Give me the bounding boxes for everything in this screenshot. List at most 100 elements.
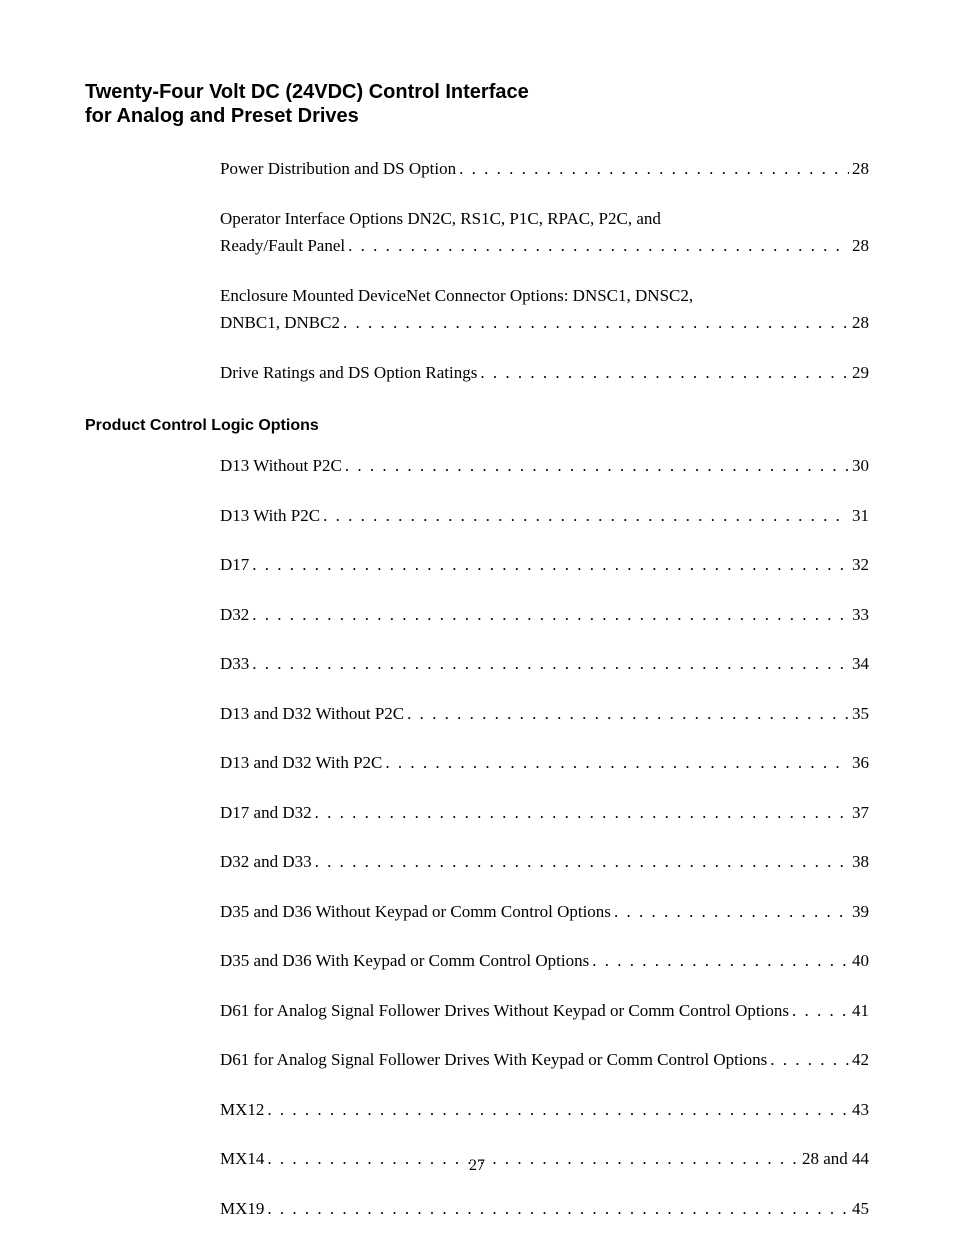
toc-entry[interactable]: D13 Without P2C 30: [220, 453, 869, 479]
toc-entry[interactable]: D33 34: [220, 651, 869, 677]
toc-entry-prefix: Operator Interface Options DN2C, RS1C, P…: [220, 206, 869, 232]
toc-leader-dots: [323, 503, 849, 529]
toc-leader-dots: [348, 233, 849, 259]
toc-entry-label: D32 and D33: [220, 849, 312, 875]
section-heading: Product Control Logic Options: [85, 417, 869, 435]
toc-entry[interactable]: D61 for Analog Signal Follower Drives Wi…: [220, 1047, 869, 1073]
toc-entry-label: MX12: [220, 1097, 264, 1123]
toc-entry-page: 29: [852, 360, 869, 386]
toc-entry-label: MX19: [220, 1196, 264, 1222]
page-title: Twenty-Four Volt DC (24VDC) Control Inte…: [85, 80, 869, 128]
toc-entry-label: D33: [220, 651, 249, 677]
toc-entry-page: 37: [852, 800, 869, 826]
toc-entry-page: 36: [852, 750, 869, 776]
toc-leader-dots: [614, 899, 849, 925]
toc-entry[interactable]: D13 and D32 Without P2C 35: [220, 701, 869, 727]
toc-entry-label: D13 and D32 With P2C: [220, 750, 382, 776]
toc-entry-label: D13 With P2C: [220, 503, 320, 529]
toc-leader-dots: [345, 453, 849, 479]
toc-entry-label: D32: [220, 602, 249, 628]
toc-entry[interactable]: D35 and D36 Without Keypad or Comm Contr…: [220, 899, 869, 925]
toc-entry-label: D17 and D32: [220, 800, 312, 826]
toc-entry[interactable]: Power Distribution and DS Option 28: [220, 156, 869, 182]
toc-leader-dots: [480, 360, 849, 386]
toc-entry-page: 28: [852, 310, 869, 336]
toc-entry[interactable]: D17 and D32 37: [220, 800, 869, 826]
toc-entry[interactable]: MX12 43: [220, 1097, 869, 1123]
toc-entry-line: Ready/Fault Panel 28: [220, 233, 869, 259]
toc-entry-page: 35: [852, 701, 869, 727]
toc-entry-page: 45: [852, 1196, 869, 1222]
toc-leader-dots: [592, 948, 849, 974]
toc-leader-dots: [267, 1196, 849, 1222]
toc-leader-dots: [315, 800, 849, 826]
toc-entry-label: Ready/Fault Panel: [220, 233, 345, 259]
toc-entry-page: 32: [852, 552, 869, 578]
toc-leader-dots: [252, 651, 849, 677]
toc-leader-dots: [792, 998, 849, 1024]
toc-entry-line: Drive Ratings and DS Option Ratings 29: [220, 360, 869, 386]
toc-entry-label: D13 Without P2C: [220, 453, 342, 479]
toc-entry[interactable]: D61 for Analog Signal Follower Drives Wi…: [220, 998, 869, 1024]
toc-entry-line: MX19 45: [220, 1196, 869, 1222]
toc-entry-label: D17: [220, 552, 249, 578]
toc-entry[interactable]: D35 and D36 With Keypad or Comm Control …: [220, 948, 869, 974]
toc-entry[interactable]: D32 and D33 38: [220, 849, 869, 875]
toc-entry-line: D13 and D32 Without P2C 35: [220, 701, 869, 727]
toc-entry-line: D61 for Analog Signal Follower Drives Wi…: [220, 998, 869, 1024]
toc-entry-line: D32 33: [220, 602, 869, 628]
toc-leader-dots: [267, 1097, 849, 1123]
toc-entry-label: Power Distribution and DS Option: [220, 156, 456, 182]
toc-entry-line: D32 and D33 38: [220, 849, 869, 875]
toc-entry-page: 34: [852, 651, 869, 677]
toc-entry-line: D61 for Analog Signal Follower Drives Wi…: [220, 1047, 869, 1073]
toc-entry-page: 28: [852, 156, 869, 182]
toc-entry-page: 40: [852, 948, 869, 974]
toc-leader-dots: [252, 552, 849, 578]
toc-entry-label: D61 for Analog Signal Follower Drives Wi…: [220, 1047, 767, 1073]
toc-entry-label: D35 and D36 With Keypad or Comm Control …: [220, 948, 589, 974]
toc-entry-page: 28: [852, 233, 869, 259]
toc-entry[interactable]: D17 32: [220, 552, 869, 578]
toc-entry-page: 39: [852, 899, 869, 925]
toc-entry-line: MX12 43: [220, 1097, 869, 1123]
document-page: Twenty-Four Volt DC (24VDC) Control Inte…: [0, 0, 954, 1235]
toc-entry-prefix: Enclosure Mounted DeviceNet Connector Op…: [220, 283, 869, 309]
toc-leader-dots: [343, 310, 849, 336]
toc-group-2: D13 Without P2C 30D13 With P2C 31D17 32D…: [220, 453, 869, 1221]
toc-entry-page: 33: [852, 602, 869, 628]
toc-entry-label: DNBC1, DNBC2: [220, 310, 340, 336]
toc-entry-line: D17 32: [220, 552, 869, 578]
toc-leader-dots: [385, 750, 849, 776]
toc-entry-page: 38: [852, 849, 869, 875]
toc-entry-page: 31: [852, 503, 869, 529]
title-line-2: for Analog and Preset Drives: [85, 105, 359, 127]
toc-entry-page: 43: [852, 1097, 869, 1123]
toc-entry[interactable]: D13 and D32 With P2C 36: [220, 750, 869, 776]
toc-leader-dots: [459, 156, 849, 182]
toc-entry-label: D35 and D36 Without Keypad or Comm Contr…: [220, 899, 611, 925]
toc-entry-line: D13 Without P2C 30: [220, 453, 869, 479]
toc-entry-line: DNBC1, DNBC2 28: [220, 310, 869, 336]
toc-entry-page: 42: [852, 1047, 869, 1073]
toc-entry-line: D13 and D32 With P2C 36: [220, 750, 869, 776]
toc-entry-page: 30: [852, 453, 869, 479]
toc-entry-line: D13 With P2C 31: [220, 503, 869, 529]
toc-entry[interactable]: D13 With P2C 31: [220, 503, 869, 529]
toc-entry-label: D61 for Analog Signal Follower Drives Wi…: [220, 998, 789, 1024]
toc-leader-dots: [315, 849, 849, 875]
toc-entry-label: D13 and D32 Without P2C: [220, 701, 404, 727]
toc-entry-line: D35 and D36 With Keypad or Comm Control …: [220, 948, 869, 974]
toc-entry[interactable]: MX19 45: [220, 1196, 869, 1222]
toc-leader-dots: [407, 701, 849, 727]
toc-entry-line: D35 and D36 Without Keypad or Comm Contr…: [220, 899, 869, 925]
toc-entry-line: D33 34: [220, 651, 869, 677]
toc-entry-line: Power Distribution and DS Option 28: [220, 156, 869, 182]
page-number: 27: [0, 1157, 954, 1175]
toc-entry[interactable]: D32 33: [220, 602, 869, 628]
toc-entry[interactable]: Drive Ratings and DS Option Ratings 29: [220, 360, 869, 386]
toc-entry-page: 41: [852, 998, 869, 1024]
toc-entry[interactable]: Operator Interface Options DN2C, RS1C, P…: [220, 206, 869, 259]
toc-entry[interactable]: Enclosure Mounted DeviceNet Connector Op…: [220, 283, 869, 336]
toc-leader-dots: [770, 1047, 849, 1073]
